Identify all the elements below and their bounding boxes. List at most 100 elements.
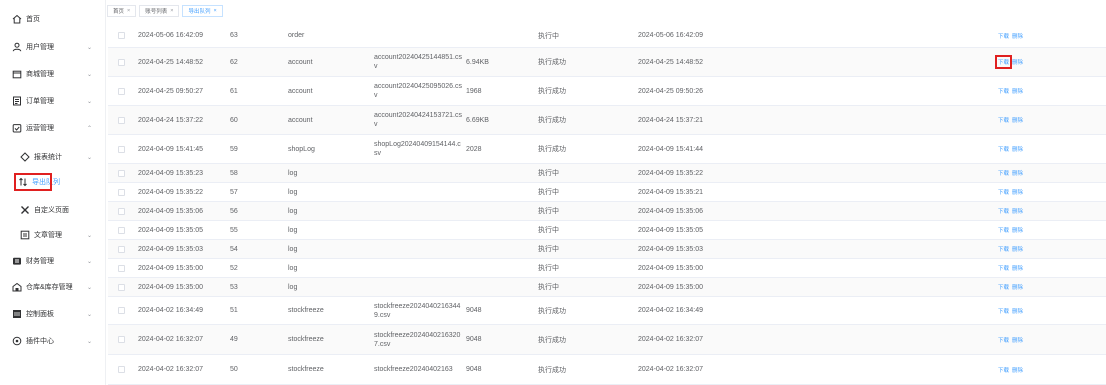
delete-link[interactable]: 删除 [1012, 226, 1023, 234]
file-size-cell: 9048 [466, 336, 482, 343]
download-link[interactable]: 下载 [998, 283, 1009, 291]
tab-account-list[interactable]: 账号列表 × [139, 5, 180, 17]
sidebar-item-finance[interactable]: 财务管理 ⌄ [0, 248, 106, 274]
row-checkbox[interactable] [118, 259, 126, 277]
row-checkbox[interactable] [118, 183, 126, 201]
checkbox-icon[interactable] [118, 32, 125, 39]
table-row: 2024-04-02 16:32:07 50 stockfreeze stockfre… [108, 355, 1106, 385]
operations-cell: 下载 删除 [998, 106, 1023, 134]
row-checkbox[interactable] [118, 240, 126, 258]
checkbox-icon[interactable] [118, 58, 125, 66]
row-checkbox[interactable] [118, 48, 126, 76]
checkbox-icon[interactable] [118, 283, 125, 291]
download-link[interactable]: 下载 [998, 145, 1009, 153]
download-link[interactable]: 下载 [998, 207, 1009, 215]
download-link[interactable]: 下载 [998, 226, 1009, 234]
sidebar-item-home[interactable]: 首页 [0, 6, 106, 32]
checkbox-icon[interactable] [118, 116, 125, 124]
id-cell: 50 [230, 366, 238, 373]
delete-link[interactable]: 删除 [1012, 116, 1023, 124]
delete-link[interactable]: 删除 [1012, 207, 1023, 215]
checkbox-icon[interactable] [118, 87, 125, 95]
status-cell: 执行中 [538, 284, 559, 291]
download-link[interactable]: 下载 [998, 188, 1009, 196]
sidebar: 首页 用户管理 ⌄ 商城管理 ⌄ 订单管理 ⌄ 运营管理 ⌃ 报表统计 ⌄ 导出… [0, 0, 106, 385]
sidebar-item-reports[interactable]: 报表统计 ⌄ [0, 144, 106, 170]
download-link[interactable]: 下载 [998, 336, 1009, 344]
checkbox-icon[interactable] [118, 366, 125, 373]
delete-link[interactable]: 删除 [1012, 283, 1023, 291]
download-link[interactable]: 下载 [998, 87, 1009, 95]
download-link[interactable]: 下载 [998, 264, 1009, 272]
sidebar-item-warehouse[interactable]: 仓库&库存管理 ⌄ [0, 274, 106, 300]
download-link[interactable]: 下载 [994, 55, 1013, 69]
download-link[interactable]: 下载 [998, 366, 1009, 374]
delete-link[interactable]: 删除 [1012, 87, 1023, 95]
download-link[interactable]: 下载 [998, 307, 1009, 315]
checkbox-icon[interactable] [118, 226, 125, 234]
row-checkbox[interactable] [118, 355, 126, 384]
tab-home[interactable]: 首页 × [107, 5, 137, 17]
delete-link[interactable]: 删除 [1012, 32, 1023, 40]
checkbox-icon[interactable] [118, 169, 125, 177]
finished-time-cell: 2024-04-02 16:34:49 [638, 307, 703, 314]
delete-link[interactable]: 删除 [1012, 264, 1023, 272]
file-size-cell: 1968 [466, 87, 482, 95]
sidebar-item-control-panel[interactable]: 控制面板 ⌄ [0, 301, 106, 327]
chevron-down-icon: ⌄ [86, 258, 92, 265]
created-time-cell: 2024-04-25 09:50:27 [138, 87, 203, 95]
created-time-cell: 2024-04-02 16:32:07 [138, 336, 203, 343]
checkbox-icon[interactable] [118, 188, 125, 196]
sidebar-item-articles[interactable]: 文章管理 ⌄ [0, 222, 106, 248]
row-checkbox[interactable] [118, 77, 126, 105]
type-cell: log [288, 283, 298, 291]
close-icon[interactable]: × [170, 8, 173, 14]
table-row: 2024-04-09 15:41:45 59 shopLog shopLog20240… [108, 135, 1106, 164]
row-checkbox[interactable] [118, 278, 126, 296]
delete-link[interactable]: 删除 [1012, 307, 1023, 315]
download-link[interactable]: 下载 [998, 116, 1009, 124]
created-time-cell: 2024-04-09 15:35:23 [138, 169, 203, 177]
download-link[interactable]: 下载 [998, 32, 1009, 40]
sidebar-item-shop[interactable]: 商城管理 ⌄ [0, 61, 106, 87]
checkbox-icon[interactable] [118, 245, 125, 253]
row-checkbox[interactable] [118, 24, 126, 47]
close-icon[interactable]: × [127, 8, 130, 14]
checkbox-icon[interactable] [118, 145, 125, 153]
finished-time-cell: 2024-04-09 15:35:05 [638, 226, 703, 234]
close-icon[interactable]: × [213, 8, 216, 14]
row-checkbox[interactable] [118, 106, 126, 134]
created-time-cell: 2024-04-09 15:35:00 [138, 264, 203, 272]
download-link[interactable]: 下载 [998, 169, 1009, 177]
delete-link[interactable]: 删除 [1012, 366, 1023, 374]
table-row: 2024-04-09 15:35:22 57 log 执行中 2024-04-09 15… [108, 183, 1106, 202]
sidebar-item-plugins[interactable]: 插件中心 ⌄ [0, 328, 106, 354]
sidebar-item-export-queue[interactable]: 导出队列 [14, 173, 60, 191]
row-checkbox[interactable] [118, 202, 126, 220]
finished-time-cell: 2024-04-09 15:35:03 [638, 245, 703, 253]
row-checkbox[interactable] [118, 135, 126, 163]
delete-link[interactable]: 删除 [1012, 58, 1023, 66]
row-checkbox[interactable] [118, 221, 126, 239]
sidebar-item-operations[interactable]: 运营管理 ⌃ [0, 115, 106, 141]
delete-link[interactable]: 删除 [1012, 188, 1023, 196]
finished-time-cell: 2024-05-06 16:42:09 [638, 32, 703, 39]
checkbox-icon[interactable] [118, 336, 125, 343]
checkbox-icon[interactable] [118, 307, 125, 314]
row-checkbox[interactable] [118, 297, 126, 324]
row-checkbox[interactable] [118, 164, 126, 182]
checkbox-icon[interactable] [118, 264, 125, 272]
row-checkbox[interactable] [118, 325, 126, 354]
sidebar-item-custom-page[interactable]: 自定义页面 [0, 197, 106, 223]
sidebar-item-orders[interactable]: 订单管理 ⌄ [0, 88, 106, 114]
file-size-cell: 9048 [466, 366, 482, 373]
tab-export-queue[interactable]: 导出队列 × [182, 5, 223, 17]
sidebar-item-users[interactable]: 用户管理 ⌄ [0, 34, 106, 60]
download-link[interactable]: 下载 [998, 245, 1009, 253]
file-size-cell: 9048 [466, 307, 482, 314]
delete-link[interactable]: 删除 [1012, 169, 1023, 177]
checkbox-icon[interactable] [118, 207, 125, 215]
delete-link[interactable]: 删除 [1012, 145, 1023, 153]
delete-link[interactable]: 删除 [1012, 336, 1023, 344]
delete-link[interactable]: 删除 [1012, 245, 1023, 253]
